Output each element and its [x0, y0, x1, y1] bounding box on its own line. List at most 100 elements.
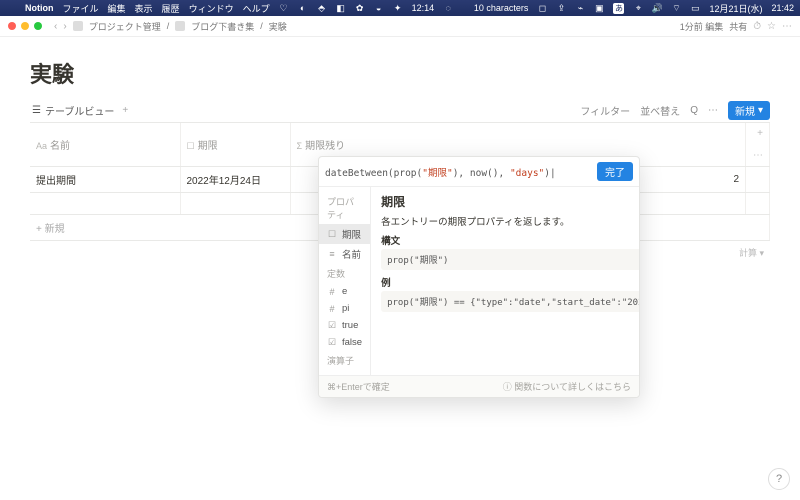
battery-icon[interactable]: ▭ [690, 3, 700, 13]
menu-history[interactable]: 履歴 [162, 2, 180, 15]
formula-code[interactable]: dateBetween(prop("期限"), now(), "days")| [325, 165, 591, 179]
prop-item-deadline[interactable]: ☐期限 [319, 224, 370, 244]
notion-window: ‹ › プロジェクト管理 / ブログ下書き集 / 実験 1分前 編集 共有 ⏱ … [0, 16, 800, 500]
edit-status: 1分前 編集 [680, 20, 724, 33]
number-icon: # [327, 287, 337, 297]
const-item-e[interactable]: #e [319, 283, 370, 300]
col-deadline[interactable]: ☐期限 [180, 123, 290, 167]
checkbox-icon: ☑ [327, 320, 337, 331]
help-fab-button[interactable]: ? [768, 468, 790, 490]
breadcrumb-sep: / [260, 21, 263, 31]
bluetooth-icon[interactable]: ⌖ [633, 3, 643, 13]
tray-time: 12:14 [412, 3, 435, 13]
doc-example-label: 例 [381, 275, 640, 289]
nav-forward-icon[interactable]: › [63, 21, 66, 32]
formula-icon: Σ [297, 141, 303, 151]
close-icon[interactable] [8, 22, 16, 30]
share-button[interactable]: 共有 [729, 20, 747, 33]
filter-button[interactable]: フィルター [580, 103, 630, 118]
cell-name[interactable]: 提出期間 [30, 167, 180, 193]
menu-edit[interactable]: 編集 [108, 2, 126, 15]
apple-icon[interactable] [6, 3, 16, 13]
app-icon-1[interactable]: ◧ [336, 3, 346, 13]
cell-deadline[interactable]: 2022年12月24日 [180, 167, 290, 193]
title-icon: ≡ [327, 249, 337, 259]
doc-description: 各エントリーの期限プロパティを返します。 [381, 214, 640, 228]
favorite-icon[interactable]: ☆ [767, 21, 776, 32]
ime-status[interactable]: 10 characters [474, 3, 529, 13]
date-icon: ☐ [187, 141, 195, 151]
sort-button[interactable]: 並べ替え [640, 103, 680, 118]
date-icon: ☐ [327, 229, 337, 240]
doc-syntax-code: prop("期限") [381, 249, 640, 270]
status-icon-1[interactable]: ◐ [298, 3, 308, 13]
section-constants: 定数 [319, 264, 370, 283]
doc-syntax-label: 構文 [381, 233, 640, 247]
maximize-icon[interactable] [34, 22, 42, 30]
doc-panel: 期限 各エントリーの期限プロパティを返します。 構文 prop("期限") 例 … [371, 187, 640, 375]
const-item-true[interactable]: ☑true [319, 317, 370, 334]
tab-label: テーブルビュー [45, 103, 114, 118]
chevron-down-icon: ▾ [758, 105, 763, 116]
app-icon-3[interactable]: ✦ [393, 3, 403, 13]
volume-icon[interactable]: 🔊 [652, 3, 662, 13]
add-column-button[interactable]: + ⋯ [746, 123, 770, 167]
wifi-icon[interactable]: ⌔ [671, 3, 681, 13]
add-view-button[interactable]: + [116, 105, 134, 116]
table-icon: ☰ [32, 105, 41, 116]
menu-window[interactable]: ウィンドウ [189, 2, 234, 15]
tray-icon-1[interactable]: ◻ [537, 3, 547, 13]
suggestion-list: プロパティ ☐期限 ≡名前 定数 #e #pi ☑true ☑false 演算子 [319, 187, 371, 375]
minimize-icon[interactable] [21, 22, 29, 30]
formula-input-bar[interactable]: dateBetween(prop("期限"), now(), "days")| … [319, 157, 639, 187]
formula-editor-popup: dateBetween(prop("期限"), now(), "days")| … [318, 156, 640, 398]
breadcrumb-2[interactable]: ブログ下書き集 [191, 20, 254, 33]
ime-icon[interactable]: あ [613, 3, 624, 14]
checkbox-icon: ☑ [327, 337, 337, 348]
new-button[interactable]: 新規▾ [728, 101, 770, 120]
tray-icon-3[interactable]: ⌁ [575, 3, 585, 13]
number-icon: # [327, 304, 337, 314]
dropbox-icon[interactable]: ⬘ [317, 3, 327, 13]
macos-menubar: Notion ファイル 編集 表示 履歴 ウィンドウ ヘルプ ♡ ◐ ⬘ ◧ ✿… [0, 0, 800, 16]
menu-help[interactable]: ヘルプ [243, 2, 270, 15]
menu-file[interactable]: ファイル [63, 2, 99, 15]
menubar-date[interactable]: 12月21日(水) [709, 2, 762, 15]
tray-icon-2[interactable]: ⇪ [556, 3, 566, 13]
col-name[interactable]: Aa名前 [30, 123, 180, 167]
app-name[interactable]: Notion [25, 3, 54, 13]
app-icon-2[interactable]: ◒ [374, 3, 384, 13]
view-tabs: ☰ テーブルビュー + フィルター 並べ替え Q ⋯ 新規▾ [30, 99, 770, 123]
const-item-false[interactable]: ☑false [319, 334, 370, 351]
window-traffic-lights[interactable] [8, 22, 42, 30]
menubar-clock[interactable]: 21:42 [771, 3, 794, 13]
clover-icon[interactable]: ✿ [355, 3, 365, 13]
record-icon[interactable]: ◌ [443, 3, 453, 13]
shield-icon[interactable]: ♡ [279, 3, 289, 13]
updates-icon[interactable]: ⏱ [753, 21, 761, 32]
doc-example-code: prop("期限") == {"type":"date","start_date… [381, 291, 640, 312]
done-button[interactable]: 完了 [597, 162, 633, 181]
tray-icon-4[interactable]: ▣ [594, 3, 604, 13]
nav-back-icon[interactable]: ‹ [54, 21, 57, 32]
menu-view[interactable]: 表示 [135, 2, 153, 15]
title-icon: Aa [36, 141, 47, 151]
tab-table-view[interactable]: ☰ テーブルビュー [30, 99, 116, 122]
popup-footer: ⌘+Enterで確定 ⓘ 関数について詳しくはこちら [319, 375, 639, 397]
section-properties: プロパティ [319, 192, 370, 224]
page-icon [175, 21, 185, 31]
more-icon[interactable]: ⋯ [782, 21, 792, 32]
search-icon[interactable]: Q [690, 105, 698, 116]
doc-title: 期限 [381, 193, 640, 210]
section-operators: 演算子 [319, 351, 370, 370]
breadcrumb-1[interactable]: プロジェクト管理 [89, 20, 161, 33]
window-titlebar: ‹ › プロジェクト管理 / ブログ下書き集 / 実験 1分前 編集 共有 ⏱ … [0, 16, 800, 37]
help-link[interactable]: ⓘ 関数について詳しくはこちら [503, 380, 631, 393]
const-item-pi[interactable]: #pi [319, 300, 370, 317]
view-more-icon[interactable]: ⋯ [708, 105, 718, 116]
page-icon [73, 21, 83, 31]
keyboard-hint: ⌘+Enterで確定 [327, 380, 390, 393]
breadcrumb-3[interactable]: 実験 [269, 20, 287, 33]
prop-item-name[interactable]: ≡名前 [319, 244, 370, 264]
page-title[interactable]: 実験 [30, 57, 770, 89]
